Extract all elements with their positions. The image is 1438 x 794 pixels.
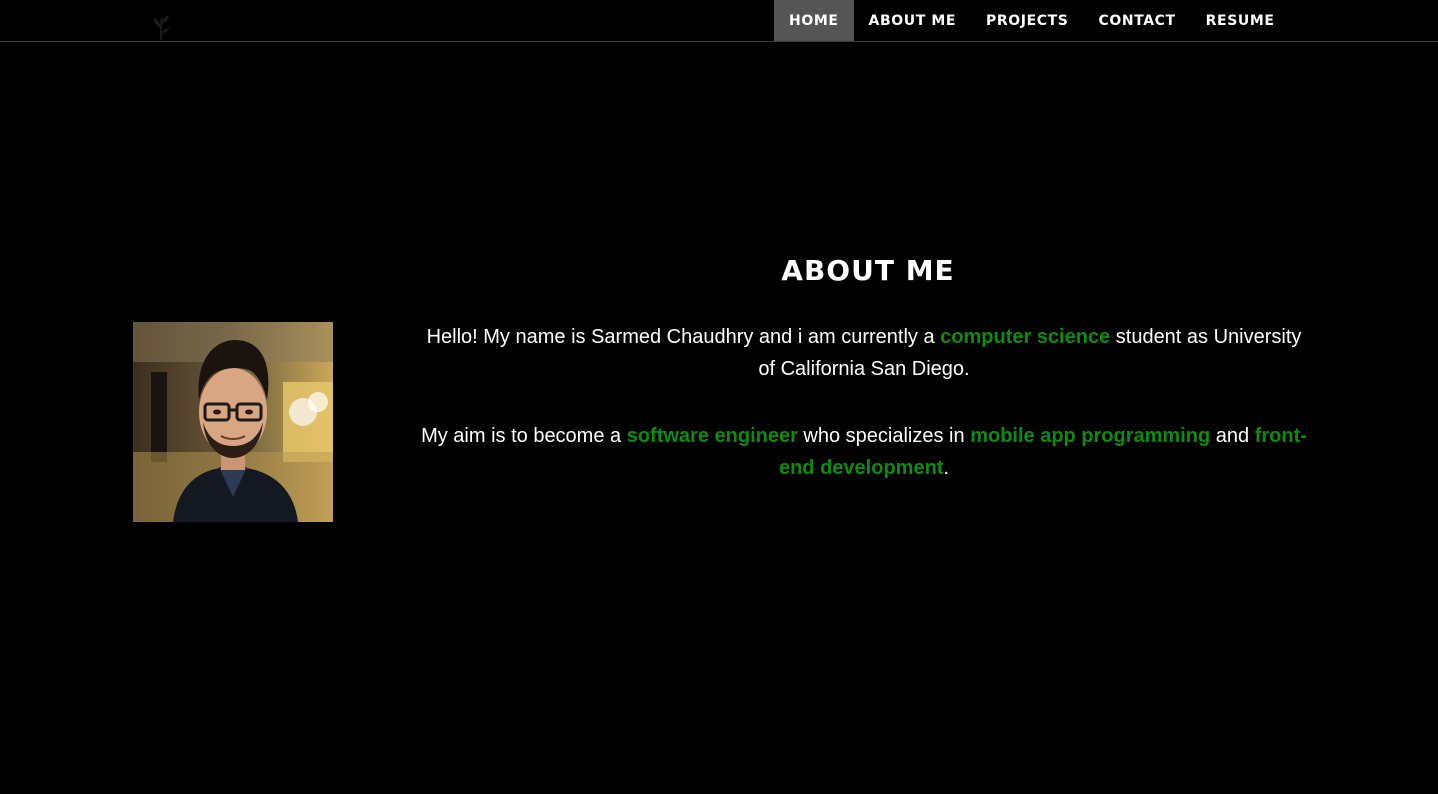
leaf-logo-icon[interactable] — [148, 12, 174, 42]
nav-item-home[interactable]: HOME — [774, 0, 854, 41]
intro-text-1: Hello! My name is Sarmed Chaudhry and i … — [426, 326, 941, 348]
aim-text-3: and — [1210, 425, 1255, 447]
aim-text-4: . — [943, 457, 950, 479]
nav-item-projects[interactable]: PROJECTS — [971, 0, 1083, 41]
aim-text-1: My aim is to become a — [421, 425, 627, 447]
aim-paragraph: My aim is to become a software engineer … — [420, 420, 1308, 484]
top-navbar: HOME ABOUT ME PROJECTS CONTACT RESUME — [0, 0, 1438, 42]
highlight-software-engineer: software engineer — [626, 425, 798, 447]
highlight-computer-science: computer science — [940, 326, 1111, 348]
intro-paragraph: Hello! My name is Sarmed Chaudhry and i … — [420, 321, 1308, 385]
profile-photo — [133, 322, 333, 522]
nav-item-resume[interactable]: RESUME — [1191, 0, 1290, 41]
aim-text-2: who specializes in — [797, 425, 971, 447]
highlight-mobile-app-programming: mobile app programming — [970, 425, 1211, 447]
nav-menu: HOME ABOUT ME PROJECTS CONTACT RESUME — [774, 0, 1290, 41]
about-me-heading: ABOUT ME — [781, 254, 955, 287]
nav-item-about-me[interactable]: ABOUT ME — [854, 0, 972, 41]
nav-item-contact[interactable]: CONTACT — [1083, 0, 1190, 41]
